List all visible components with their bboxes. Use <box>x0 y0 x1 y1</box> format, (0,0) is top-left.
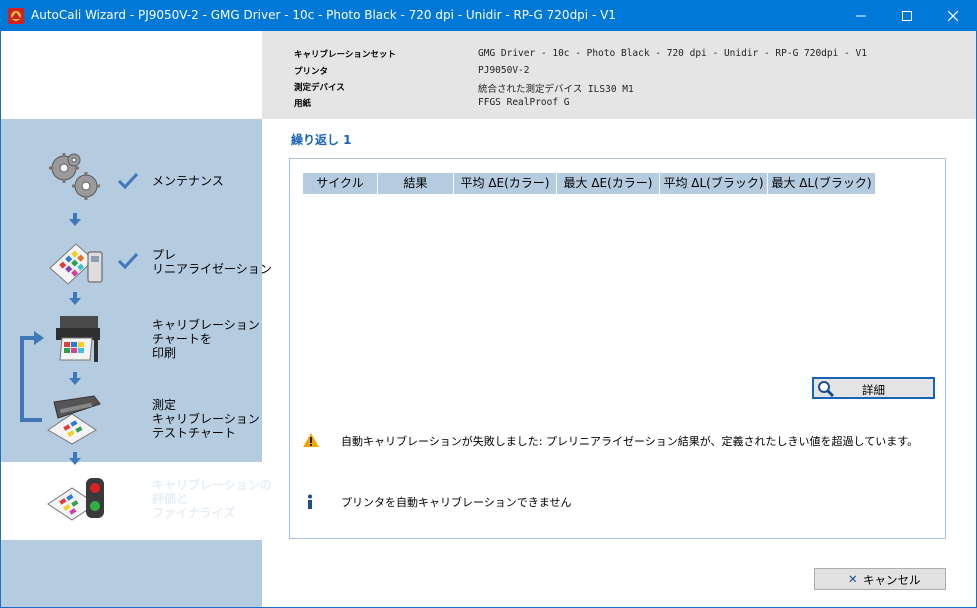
calibration-set-label: キャリブレーションセット <box>294 50 396 60</box>
step-maintenance-label: メンテナンス <box>152 174 224 188</box>
gears-icon <box>49 153 100 200</box>
step-measure-label: 測定 キャリブレーション テストチャート <box>152 398 260 440</box>
step-prelinearization-label: プレ リニアライゼーション <box>152 248 272 276</box>
column-max-dl-black[interactable]: 最大 ΔL(ブラック) <box>768 173 876 194</box>
sidebar-header <box>1 31 262 119</box>
loop-arrow-icon <box>20 331 44 422</box>
arrow-down-icon <box>69 292 81 305</box>
minimize-icon <box>856 15 866 16</box>
app-logo-icon <box>8 8 24 24</box>
magnifier-icon <box>818 381 835 397</box>
calibration-set-value: GMG Driver - 10c - Photo Black - 720 dpi… <box>478 48 867 59</box>
cancel-x-icon: ✕ <box>848 572 858 586</box>
info-panel <box>262 31 976 119</box>
minimize-button[interactable] <box>838 0 884 31</box>
details-button[interactable]: 詳細 <box>812 377 935 399</box>
arrow-down-icon <box>69 372 81 385</box>
step-evaluate-finalize-label: キャリブレーションの 評価と ファイナライズ <box>152 478 272 520</box>
close-icon <box>948 10 958 21</box>
results-table-header: サイクル 結果 平均 ΔE(カラー) 最大 ΔE(カラー) 平均 ΔL(ブラック… <box>303 173 876 194</box>
title-bar: AutoCali Wizard - PJ9050V-2 - GMG Driver… <box>0 0 977 31</box>
measure-device-icon <box>47 395 101 445</box>
printer-row: プリンタ PJ9050V-2 <box>294 65 529 77</box>
info-message: プリンタを自動キャリブレーションできません <box>341 496 572 509</box>
device-row: 測定デバイス 統合された測定デバイス ILS30 M1 <box>294 81 634 95</box>
column-cycle[interactable]: サイクル <box>303 173 378 194</box>
arrow-down-icon <box>69 452 81 465</box>
info-icon <box>308 494 312 509</box>
sidebar-footer <box>1 540 262 607</box>
maximize-button[interactable] <box>884 0 930 31</box>
maximize-icon <box>902 10 912 21</box>
cancel-button[interactable]: ✕ キャンセル <box>814 568 946 590</box>
results-panel <box>289 158 946 539</box>
arrow-down-icon <box>69 213 81 226</box>
step-complete-check-icon <box>117 252 139 270</box>
traffic-light-icon <box>47 478 104 521</box>
cancel-button-label: キャンセル <box>863 573 921 587</box>
printer-icon <box>56 316 100 362</box>
window-title: AutoCali Wizard - PJ9050V-2 - GMG Driver… <box>31 8 616 22</box>
details-button-label: 詳細 <box>862 383 885 397</box>
device-label: 測定デバイス <box>294 83 345 93</box>
paper-row: 用紙 FFGS RealProof G <box>294 97 570 109</box>
printer-label: プリンタ <box>294 67 329 77</box>
printer-value: PJ9050V-2 <box>478 65 530 76</box>
paper-label: 用紙 <box>294 99 312 109</box>
column-max-de-color[interactable]: 最大 ΔE(カラー) <box>557 173 660 194</box>
close-button[interactable] <box>930 0 976 31</box>
warning-message: 自動キャリブレーションが失敗しました: プレリニアライゼーション結果が、定義され… <box>341 435 919 448</box>
column-avg-dl-black[interactable]: 平均 ΔL(ブラック) <box>660 173 768 194</box>
chart-measure-icon <box>49 243 103 285</box>
iteration-title: 繰り返し 1 <box>291 133 352 147</box>
step-complete-check-icon <box>117 172 139 190</box>
device-value: 統合された測定デバイス ILS30 M1 <box>478 84 634 95</box>
calibration-set-row: キャリブレーションセット GMG Driver - 10c - Photo Bl… <box>294 48 867 60</box>
column-avg-de-color[interactable]: 平均 ΔE(カラー) <box>454 173 557 194</box>
paper-value: FFGS RealProof G <box>478 97 570 108</box>
column-result[interactable]: 結果 <box>378 173 454 194</box>
warning-icon <box>303 433 319 447</box>
step-print-chart-label: キャリブレーション チャートを 印刷 <box>152 318 260 360</box>
